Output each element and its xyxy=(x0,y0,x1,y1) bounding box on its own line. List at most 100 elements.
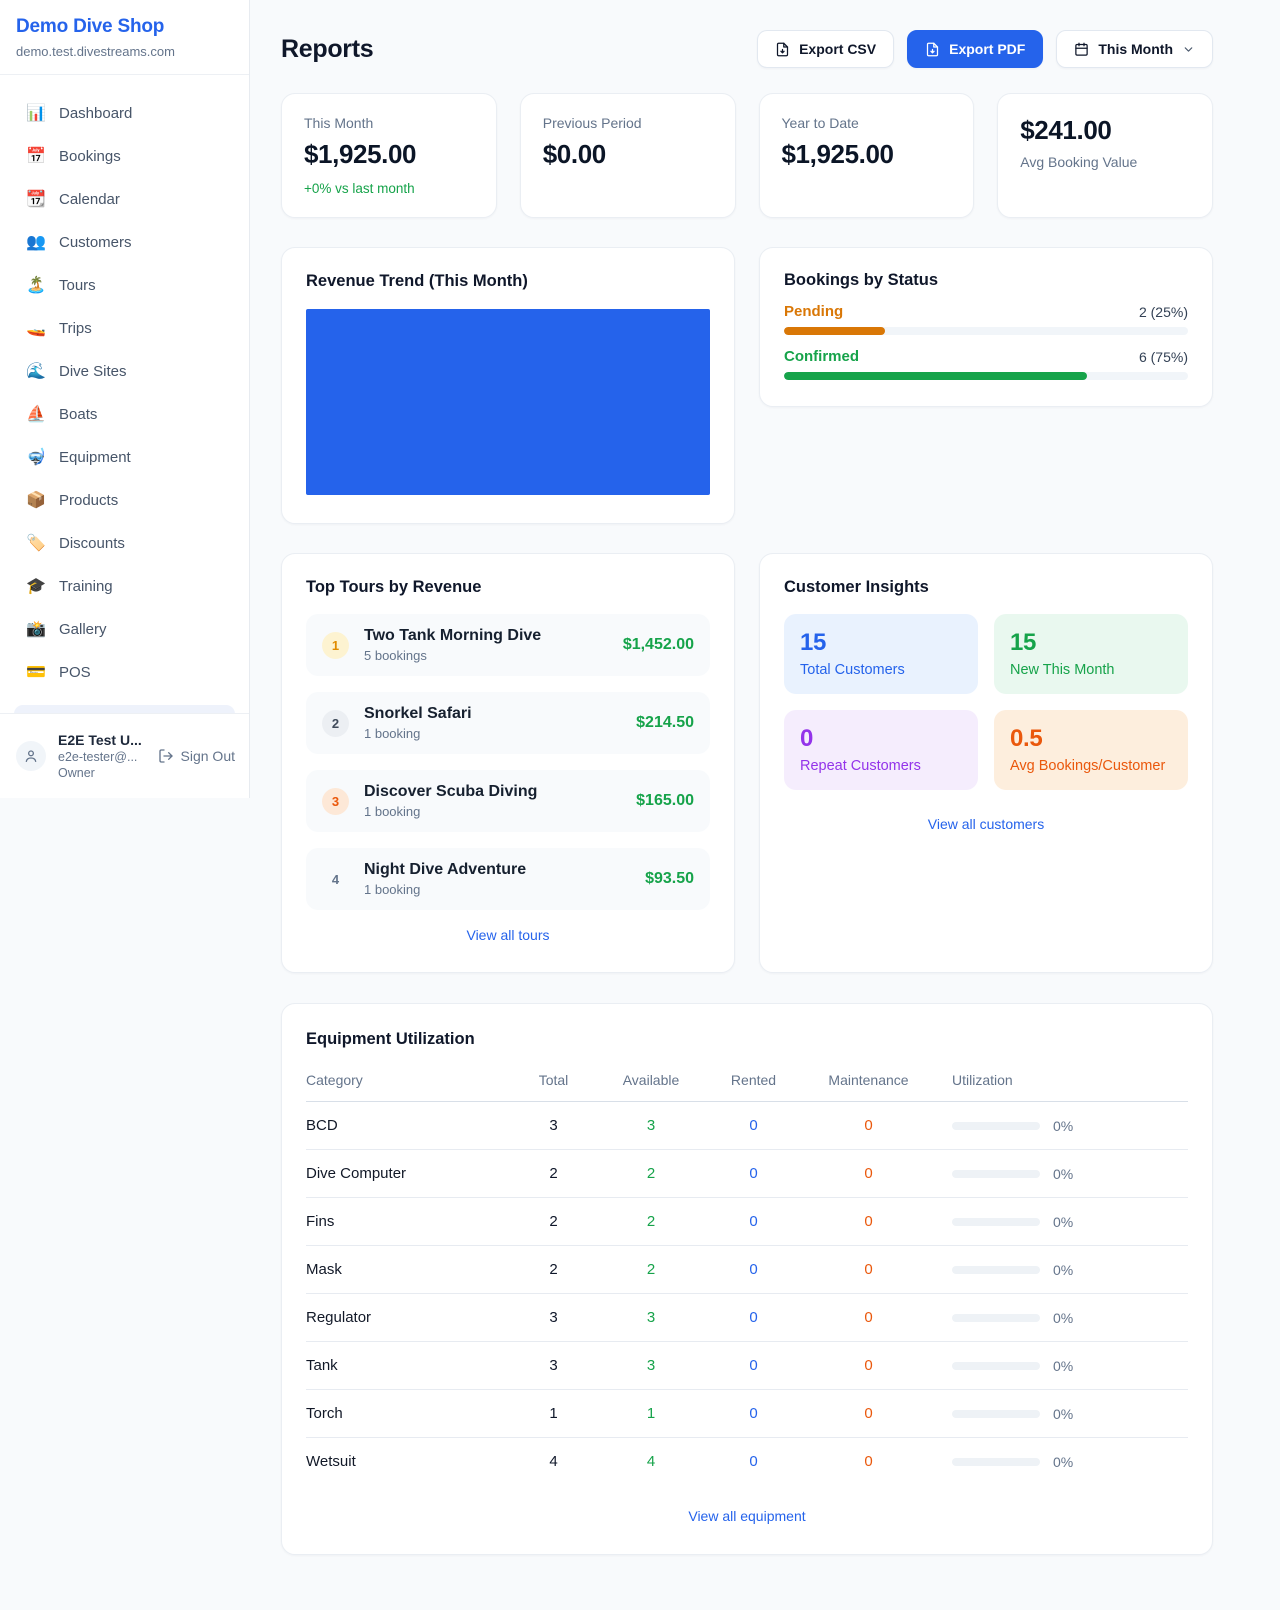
progress-fill xyxy=(784,372,1087,380)
stat-card-avg-booking-value: $241.00 Avg Booking Value xyxy=(997,93,1213,218)
tour-revenue: $165.00 xyxy=(636,792,694,810)
sidebar-item-training[interactable]: 🎓 Training xyxy=(14,567,235,605)
table-row: Regulator 3 3 0 0 0% xyxy=(306,1294,1188,1342)
progress-fill xyxy=(784,327,885,335)
table-row: Wetsuit 4 4 0 0 0% xyxy=(306,1438,1188,1486)
sidebar-item-label: Trips xyxy=(59,320,92,337)
rank-badge: 2 xyxy=(322,710,349,737)
insight-value: 15 xyxy=(800,629,962,657)
tour-list: 1 Two Tank Morning Dive 5 bookings $1,45… xyxy=(306,614,710,910)
utilization-pct: 0% xyxy=(1053,1262,1073,1278)
export-pdf-button[interactable]: Export PDF xyxy=(907,30,1043,68)
cell-rented: 0 xyxy=(706,1150,801,1198)
sidebar-item-discounts[interactable]: 🏷️ Discounts xyxy=(14,524,235,562)
file-download-icon xyxy=(925,42,940,57)
stat-value: $1,925.00 xyxy=(304,139,474,170)
sidebar-item-gallery[interactable]: 📸 Gallery xyxy=(14,610,235,648)
cell-available: 3 xyxy=(596,1342,706,1390)
equipment-table: Category Total Available Rented Maintena… xyxy=(306,1063,1188,1486)
sidebar-item-label: Bookings xyxy=(59,148,121,165)
sidebar-item-products[interactable]: 📦 Products xyxy=(14,481,235,519)
sidebar-item-customers[interactable]: 👥 Customers xyxy=(14,223,235,261)
sidebar-item-dashboard[interactable]: 📊 Dashboard xyxy=(14,94,235,132)
sidebar-item-dive-sites[interactable]: 🌊 Dive Sites xyxy=(14,352,235,390)
sidebar-item-label: Products xyxy=(59,492,118,509)
tour-row[interactable]: 1 Two Tank Morning Dive 5 bookings $1,45… xyxy=(306,614,710,676)
view-all-customers-link[interactable]: View all customers xyxy=(784,816,1188,832)
calendar-icon xyxy=(1074,42,1089,57)
sidebar-item-calendar[interactable]: 📆 Calendar xyxy=(14,180,235,218)
rank-badge: 1 xyxy=(322,632,349,659)
stat-card-year-to-date: Year to Date $1,925.00 xyxy=(759,93,975,218)
sign-out-button[interactable]: Sign Out xyxy=(158,748,235,764)
period-dropdown[interactable]: This Month xyxy=(1056,30,1213,68)
rank-badge: 3 xyxy=(322,788,349,815)
cell-total: 2 xyxy=(511,1198,596,1246)
export-pdf-label: Export PDF xyxy=(949,41,1025,57)
table-row: Torch 1 1 0 0 0% xyxy=(306,1390,1188,1438)
progress-track xyxy=(784,372,1188,380)
credit-card-icon: 💳 xyxy=(26,662,46,682)
sidebar-item-equipment[interactable]: 🤿 Equipment xyxy=(14,438,235,476)
sidebar-item-label: Boats xyxy=(59,406,97,423)
sidebar-item-tours[interactable]: 🏝️ Tours xyxy=(14,266,235,304)
export-csv-button[interactable]: Export CSV xyxy=(757,30,894,68)
shop-subdomain: demo.test.divestreams.com xyxy=(16,44,233,59)
cell-available: 3 xyxy=(596,1294,706,1342)
col-rented: Rented xyxy=(706,1063,801,1102)
tour-name: Discover Scuba Diving xyxy=(364,783,621,801)
stat-value: $0.00 xyxy=(543,139,713,170)
cell-available: 3 xyxy=(596,1102,706,1150)
cell-total: 3 xyxy=(511,1102,596,1150)
col-available: Available xyxy=(596,1063,706,1102)
tour-row[interactable]: 2 Snorkel Safari 1 booking $214.50 xyxy=(306,692,710,754)
tour-row[interactable]: 4 Night Dive Adventure 1 booking $93.50 xyxy=(306,848,710,910)
sidebar-item-label: Dashboard xyxy=(59,105,132,122)
tour-bookings: 1 booking xyxy=(364,804,621,819)
user-name: E2E Test U... xyxy=(58,732,146,748)
island-icon: 🏝️ xyxy=(26,275,46,295)
revenue-trend-title: Revenue Trend (This Month) xyxy=(306,272,710,291)
cell-maintenance: 0 xyxy=(801,1342,936,1390)
cell-rented: 0 xyxy=(706,1342,801,1390)
stat-label: Avg Booking Value xyxy=(1020,154,1190,170)
cell-rented: 0 xyxy=(706,1438,801,1486)
bookings-calendar-icon: 📅 xyxy=(26,146,46,166)
utilization-pct: 0% xyxy=(1053,1118,1073,1134)
sidebar-item-label: Training xyxy=(59,578,113,595)
utilization-pct: 0% xyxy=(1053,1358,1073,1374)
col-maintenance: Maintenance xyxy=(801,1063,936,1102)
tour-row[interactable]: 3 Discover Scuba Diving 1 booking $165.0… xyxy=(306,770,710,832)
tour-name: Snorkel Safari xyxy=(364,705,621,723)
person-icon xyxy=(23,748,39,764)
cell-total: 2 xyxy=(511,1246,596,1294)
cell-category: Tank xyxy=(306,1342,511,1390)
stat-label: Year to Date xyxy=(782,115,952,131)
stat-cards-row: This Month $1,925.00 +0% vs last month P… xyxy=(281,93,1213,218)
insight-label: Avg Bookings/Customer xyxy=(1010,758,1172,774)
middle-row: Top Tours by Revenue 1 Two Tank Morning … xyxy=(281,553,1213,973)
customers-icon: 👥 xyxy=(26,232,46,252)
customer-insights-card: Customer Insights 15 Total Customers 15 … xyxy=(759,553,1213,973)
cell-available: 1 xyxy=(596,1390,706,1438)
revenue-trend-card: Revenue Trend (This Month) xyxy=(281,247,735,524)
customer-insights-title: Customer Insights xyxy=(784,578,1188,597)
header-actions: Export CSV Export PDF This Month xyxy=(757,30,1213,68)
sidebar-nav: 📊 Dashboard 📅 Bookings 📆 Calendar 👥 Cust… xyxy=(0,75,249,691)
view-all-tours-link[interactable]: View all tours xyxy=(306,927,710,943)
insight-label: New This Month xyxy=(1010,662,1172,678)
logout-icon xyxy=(158,748,174,764)
stat-label: Previous Period xyxy=(543,115,713,131)
col-total: Total xyxy=(511,1063,596,1102)
sidebar-item-bookings[interactable]: 📅 Bookings xyxy=(14,137,235,175)
stat-card-previous-period: Previous Period $0.00 xyxy=(520,93,736,218)
cell-category: Wetsuit xyxy=(306,1438,511,1486)
sidebar-item-boats[interactable]: ⛵ Boats xyxy=(14,395,235,433)
cell-category: Regulator xyxy=(306,1294,511,1342)
view-all-equipment-link[interactable]: View all equipment xyxy=(306,1508,1188,1524)
sidebar-item-trips[interactable]: 🚤 Trips xyxy=(14,309,235,347)
export-csv-label: Export CSV xyxy=(799,41,876,57)
sidebar-item-pos[interactable]: 💳 POS xyxy=(14,653,235,691)
table-row: Fins 2 2 0 0 0% xyxy=(306,1198,1188,1246)
utilization-pct: 0% xyxy=(1053,1310,1073,1326)
